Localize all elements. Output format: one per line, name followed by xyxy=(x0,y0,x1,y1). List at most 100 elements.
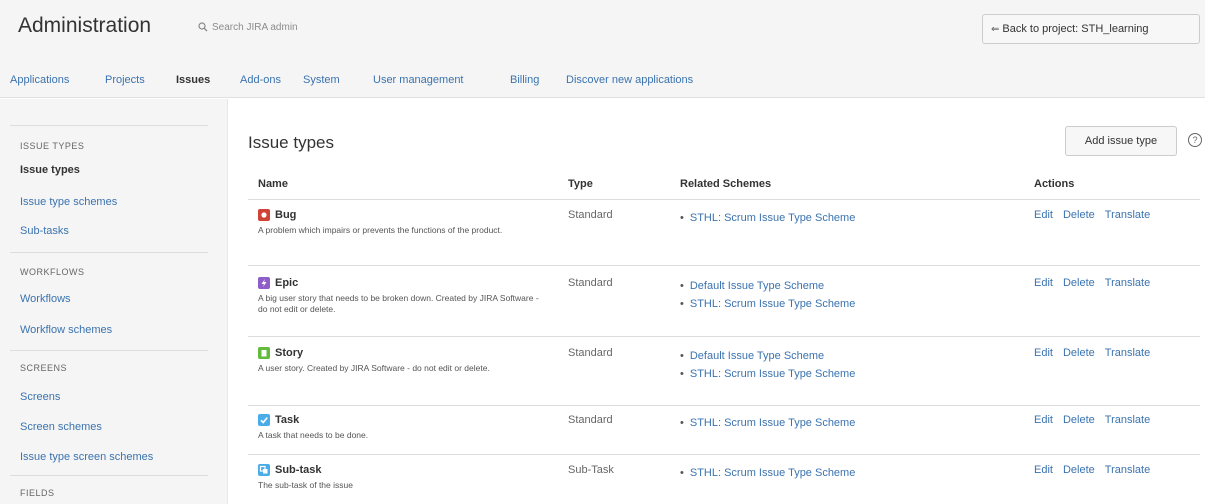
edit-link[interactable]: Edit xyxy=(1034,209,1053,221)
sidebar-divider xyxy=(10,125,208,126)
issue-type-description: A task that needs to be done. xyxy=(258,430,369,440)
issue-type-description: A user story. Created by JIRA Software -… xyxy=(258,363,490,373)
page-title: Issue types xyxy=(248,133,334,152)
scheme-link[interactable]: STHL: Scrum Issue Type Scheme xyxy=(680,414,855,432)
sidebar-item-sub-tasks[interactable]: Sub-tasks xyxy=(20,225,69,237)
translate-link[interactable]: Translate xyxy=(1105,464,1150,476)
story-icon xyxy=(258,347,270,359)
issue-type-name: Bug xyxy=(258,209,296,221)
issue-type-type: Standard xyxy=(568,347,613,359)
related-schemes: STHL: Scrum Issue Type Scheme xyxy=(680,464,855,482)
sidebar-divider xyxy=(10,475,208,476)
sidebar-divider xyxy=(10,252,208,253)
delete-link[interactable]: Delete xyxy=(1063,347,1095,359)
column-header-type: Type xyxy=(568,178,593,190)
sidebar-item-issue-type-screen-schemes[interactable]: Issue type screen schemes xyxy=(20,451,153,463)
bug-icon xyxy=(258,209,270,221)
back-arrow-icon: ⇐ xyxy=(991,23,1000,35)
row-actions: Edit Delete Translate xyxy=(1034,347,1150,359)
scheme-link[interactable]: Default Issue Type Scheme xyxy=(680,277,855,295)
sidebar-divider xyxy=(10,350,208,351)
edit-link[interactable]: Edit xyxy=(1034,347,1053,359)
tab-add-ons[interactable]: Add-ons xyxy=(240,74,281,86)
issue-type-name-text: Story xyxy=(275,347,304,359)
scheme-link[interactable]: Default Issue Type Scheme xyxy=(680,347,855,365)
table-divider xyxy=(248,454,1200,455)
table-divider xyxy=(248,405,1200,406)
tab-applications[interactable]: Applications xyxy=(10,74,69,86)
row-actions: Edit Delete Translate xyxy=(1034,464,1150,476)
sidebar-heading-screens: SCREENS xyxy=(20,363,68,373)
search-icon xyxy=(198,22,208,32)
sidebar-item-issue-type-schemes[interactable]: Issue type schemes xyxy=(20,196,117,208)
admin-search[interactable] xyxy=(198,18,372,36)
edit-link[interactable]: Edit xyxy=(1034,464,1053,476)
translate-link[interactable]: Translate xyxy=(1105,277,1150,289)
sidebar-item-screen-schemes[interactable]: Screen schemes xyxy=(20,421,102,433)
delete-link[interactable]: Delete xyxy=(1063,209,1095,221)
column-header-related-schemes: Related Schemes xyxy=(680,178,772,190)
back-to-project-label: Back to project: STH_learning xyxy=(1002,23,1149,35)
tab-projects[interactable]: Projects xyxy=(105,74,145,86)
issue-type-type: Standard xyxy=(568,209,613,221)
issue-type-name: Story xyxy=(258,347,303,359)
table-divider xyxy=(248,265,1200,266)
scheme-link[interactable]: STHL: Scrum Issue Type Scheme xyxy=(680,365,855,383)
column-header-actions: Actions xyxy=(1034,178,1075,190)
sidebar-item-issue-types[interactable]: Issue types xyxy=(20,164,80,176)
scheme-link[interactable]: STHL: Scrum Issue Type Scheme xyxy=(680,464,855,482)
table-divider xyxy=(248,336,1200,337)
tab-issues[interactable]: Issues xyxy=(176,74,210,86)
sidebar-item-screens[interactable]: Screens xyxy=(20,391,60,403)
scheme-link[interactable]: STHL: Scrum Issue Type Scheme xyxy=(680,209,855,227)
related-schemes: Default Issue Type Scheme STHL: Scrum Is… xyxy=(680,347,855,383)
delete-link[interactable]: Delete xyxy=(1063,277,1095,289)
delete-link[interactable]: Delete xyxy=(1063,464,1095,476)
issue-type-type: Standard xyxy=(568,277,613,289)
issue-type-name-text: Task xyxy=(275,414,300,426)
row-actions: Edit Delete Translate xyxy=(1034,209,1150,221)
issue-type-type: Sub-Task xyxy=(568,464,614,476)
admin-header: Administration ⇐ Back to project: STH_le… xyxy=(0,0,1205,62)
issue-type-name: Epic xyxy=(258,277,298,289)
related-schemes: STHL: Scrum Issue Type Scheme xyxy=(680,414,855,432)
subtask-icon xyxy=(258,464,270,476)
sidebar-heading-fields: FIELDS xyxy=(20,488,55,498)
back-to-project-button[interactable]: ⇐ Back to project: STH_learning xyxy=(982,14,1200,44)
translate-link[interactable]: Translate xyxy=(1105,414,1150,426)
task-icon xyxy=(258,414,270,426)
tab-billing[interactable]: Billing xyxy=(510,74,539,86)
tab-user-management[interactable]: User management xyxy=(373,74,464,86)
translate-link[interactable]: Translate xyxy=(1105,209,1150,221)
edit-link[interactable]: Edit xyxy=(1034,414,1053,426)
issue-type-description: A problem which impairs or prevents the … xyxy=(258,225,503,235)
issue-type-description: The sub-task of the issue xyxy=(258,480,353,490)
help-icon[interactable]: ? xyxy=(1188,133,1202,147)
issue-type-name-text: Epic xyxy=(275,277,299,289)
row-actions: Edit Delete Translate xyxy=(1034,414,1150,426)
row-actions: Edit Delete Translate xyxy=(1034,277,1150,289)
edit-link[interactable]: Edit xyxy=(1034,277,1053,289)
tab-system[interactable]: System xyxy=(303,74,340,86)
tab-discover-new-applications[interactable]: Discover new applications xyxy=(566,74,693,86)
issue-type-type: Standard xyxy=(568,414,613,426)
sidebar-item-workflow-schemes[interactable]: Workflow schemes xyxy=(20,324,112,336)
issue-type-name-text: Sub-task xyxy=(275,464,322,476)
issue-type-name-text: Bug xyxy=(275,209,297,221)
delete-link[interactable]: Delete xyxy=(1063,414,1095,426)
search-input[interactable] xyxy=(212,21,372,33)
sidebar-item-workflows[interactable]: Workflows xyxy=(20,293,71,305)
add-issue-type-button[interactable]: Add issue type xyxy=(1065,126,1177,156)
scheme-link[interactable]: STHL: Scrum Issue Type Scheme xyxy=(680,295,855,313)
sidebar-heading-issue-types: ISSUE TYPES xyxy=(20,141,85,151)
issue-type-name: Task xyxy=(258,414,299,426)
related-schemes: STHL: Scrum Issue Type Scheme xyxy=(680,209,855,227)
column-header-name: Name xyxy=(258,178,288,190)
related-schemes: Default Issue Type Scheme STHL: Scrum Is… xyxy=(680,277,855,313)
page-heading: Administration xyxy=(18,14,152,37)
translate-link[interactable]: Translate xyxy=(1105,347,1150,359)
issue-type-name: Sub-task xyxy=(258,464,321,476)
admin-sidebar: ISSUE TYPES Issue types Issue type schem… xyxy=(0,99,228,504)
epic-icon xyxy=(258,277,270,289)
table-divider xyxy=(248,199,1200,200)
